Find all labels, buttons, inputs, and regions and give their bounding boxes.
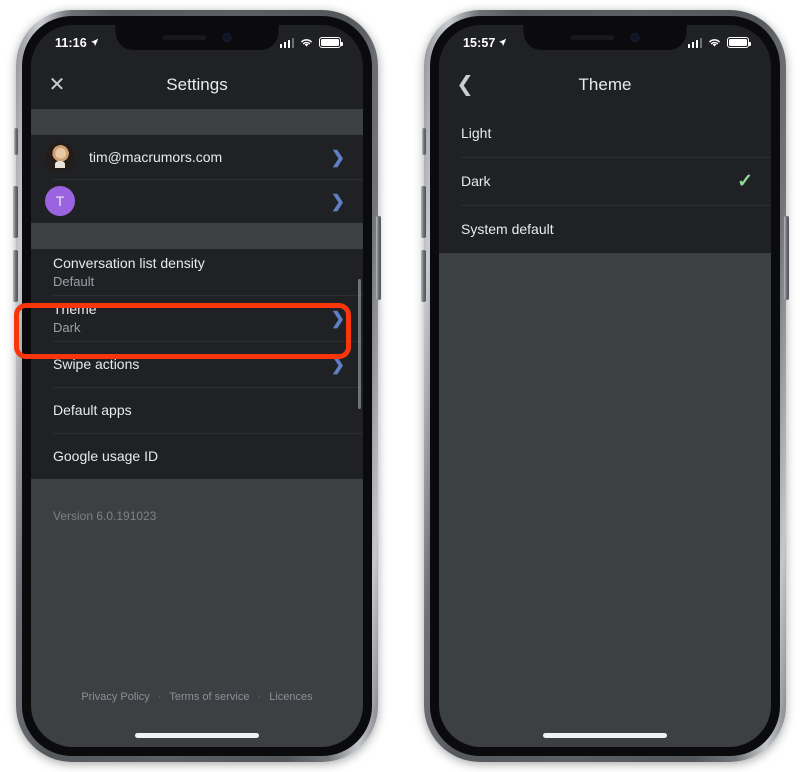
theme-options-group: Light Dark ✓ System default [439,109,771,253]
cellular-signal-icon [687,37,702,48]
footer-separator: · [157,691,162,703]
status-bar-time: 15:57 [463,35,496,50]
account-row-secondary[interactable]: T ❯ [31,179,363,223]
theme-content: Light Dark ✓ System default [439,109,771,747]
privacy-policy-link[interactable]: Privacy Policy [81,691,149,703]
status-bar-time: 11:16 [55,35,87,50]
power-button[interactable] [376,216,381,300]
footer-links: Privacy Policy · Terms of service · Lice… [31,691,363,703]
accounts-group: tim@macrumors.com ❯ T ❯ [31,135,363,223]
licences-link[interactable]: Licences [269,691,312,703]
wifi-icon [301,39,312,47]
close-icon[interactable]: ✕ [31,72,83,97]
back-chevron-icon[interactable]: ❮ [439,72,491,97]
location-arrow-icon [499,38,507,46]
app-bar-theme: ❮ Theme [439,60,771,109]
version-label: Version 6.0.191023 [53,509,157,523]
setting-row-swipe-actions[interactable]: Swipe actions ❯ [31,341,363,387]
theme-option-label: System default [461,221,554,237]
footer-separator: · [257,691,262,703]
chevron-right-icon: ❯ [330,354,345,374]
front-camera-icon [222,33,232,42]
terms-of-service-link[interactable]: Terms of service [169,691,249,703]
scrollbar[interactable] [358,279,361,409]
account-row-primary[interactable]: tim@macrumors.com ❯ [31,135,363,179]
phone-bezel: 15:57 ❮ Theme Light Dark ✓ System defaul… [430,16,780,756]
theme-option-dark[interactable]: Dark ✓ [439,157,771,205]
battery-icon [319,37,343,48]
settings-content: tim@macrumors.com ❯ T ❯ Conversation lis… [31,109,363,747]
front-camera-icon [630,33,640,42]
setting-row-default-apps[interactable]: Default apps [31,387,363,433]
screenshot-stage: 11:16 ✕ Settings tim@macrumors.com ❯ T ❯… [0,0,800,772]
setting-row-conversation-list-density[interactable]: Conversation list density Default [31,249,363,295]
theme-option-label: Light [461,125,492,141]
setting-row-theme[interactable]: Theme Dark ❯ [31,295,363,341]
section-gap-top [31,109,363,135]
phone-bezel: 11:16 ✕ Settings tim@macrumors.com ❯ T ❯… [22,16,372,756]
setting-label: Theme [53,301,97,317]
notch [115,25,279,50]
chevron-right-icon: ❯ [330,191,345,211]
check-icon: ✓ [737,170,753,192]
chevron-right-icon: ❯ [330,308,345,328]
power-button[interactable] [784,216,789,300]
status-bar-right [279,37,343,48]
setting-value: Dark [53,320,81,335]
notch [523,25,687,50]
setting-value: Default [53,274,95,289]
status-bar-left: 15:57 [463,36,507,50]
phone-screen-theme: 15:57 ❮ Theme Light Dark ✓ System defaul… [439,25,771,747]
wifi-icon [709,39,720,47]
volume-up-button[interactable] [13,186,18,238]
app-bar-settings: ✕ Settings [31,60,363,109]
setting-label: Conversation list density [53,255,205,271]
status-bar-left: 11:16 [55,36,99,50]
chevron-right-icon: ❯ [330,147,345,167]
theme-option-light[interactable]: Light [439,109,771,157]
phone-screen-settings: 11:16 ✕ Settings tim@macrumors.com ❯ T ❯… [31,25,363,747]
avatar [45,142,75,172]
home-indicator[interactable] [135,733,259,738]
theme-option-label: Dark [461,173,491,189]
location-arrow-icon [90,38,99,46]
setting-label: Google usage ID [53,448,159,464]
setting-label: Swipe actions [53,356,140,372]
volume-down-button[interactable] [13,250,18,302]
avatar: T [45,186,75,216]
setting-label: Default apps [53,402,132,418]
home-indicator[interactable] [543,733,667,738]
phone-theme: 15:57 ❮ Theme Light Dark ✓ System defaul… [421,10,789,762]
section-gap-bottom [31,479,363,491]
silence-switch[interactable] [14,128,18,155]
cellular-signal-icon [279,37,294,48]
silence-switch[interactable] [422,128,426,155]
volume-down-button[interactable] [421,250,426,302]
earpiece-speaker-icon [162,35,207,40]
volume-up-button[interactable] [421,186,426,238]
setting-row-google-usage-id[interactable]: Google usage ID [31,433,363,479]
settings-group: Conversation list density Default Theme … [31,249,363,479]
status-bar-right [687,37,751,48]
account-email: tim@macrumors.com [89,149,223,165]
section-gap-middle [31,223,363,249]
phone-settings: 11:16 ✕ Settings tim@macrumors.com ❯ T ❯… [13,10,381,762]
earpiece-speaker-icon [570,35,615,40]
theme-option-system-default[interactable]: System default [439,205,771,253]
battery-icon [727,37,751,48]
